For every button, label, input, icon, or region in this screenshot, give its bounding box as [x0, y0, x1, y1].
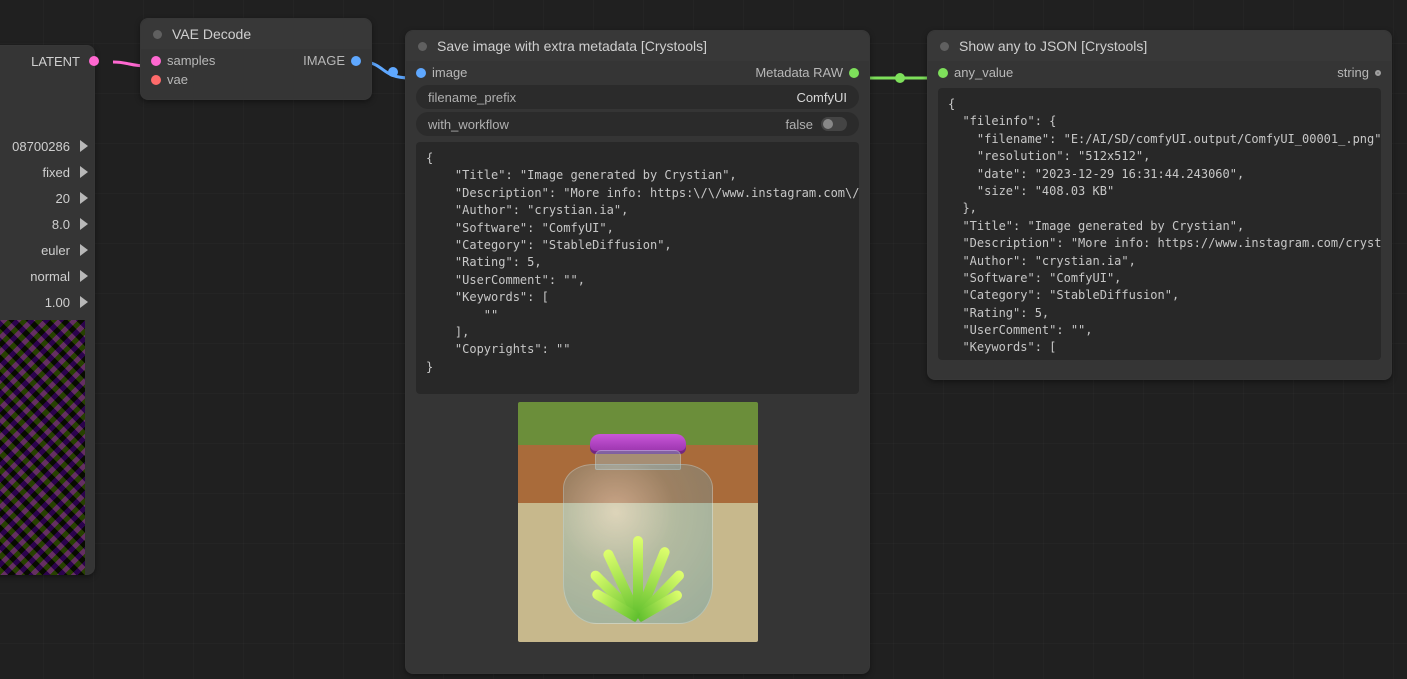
json-output-display[interactable]: { "fileinfo": { "filename": "E:/AI/SD/co… — [938, 88, 1381, 360]
node-title-text: VAE Decode — [172, 26, 251, 42]
any-value-input-slot[interactable]: any_value — [938, 65, 1013, 80]
vae-input-slot[interactable]: vae — [151, 72, 215, 87]
vae-decode-node[interactable]: VAE Decode samples vae IMAGE — [140, 18, 372, 100]
node-title-bar[interactable]: VAE Decode — [141, 19, 371, 49]
status-dot-icon — [418, 42, 427, 51]
node-title-bar[interactable]: Show any to JSON [Crystools] — [928, 31, 1391, 61]
cfg-widget[interactable]: 8.0 — [0, 211, 94, 237]
samples-input-slot[interactable]: samples — [151, 53, 215, 68]
metadata-json-textarea[interactable]: { "Title": "Image generated by Crystian"… — [416, 142, 859, 394]
scheduler-widget[interactable]: normal — [0, 263, 94, 289]
filename-prefix-widget[interactable]: filename_prefix ComfyUI — [416, 85, 859, 109]
save-image-metadata-node[interactable]: Save image with extra metadata [Crystool… — [405, 30, 870, 674]
seed-widget[interactable]: 08700286 — [0, 133, 94, 159]
status-dot-icon — [940, 42, 949, 51]
image-input-slot[interactable]: image — [416, 65, 467, 80]
output-image-preview — [518, 402, 758, 642]
steps-widget[interactable]: 20 — [0, 185, 94, 211]
show-any-to-json-node[interactable]: Show any to JSON [Crystools] any_value s… — [927, 30, 1392, 380]
denoise-widget[interactable]: 1.00 — [0, 289, 94, 315]
node-title-text: Show any to JSON [Crystools] — [959, 38, 1147, 54]
output-latent-label: LATENT — [31, 54, 80, 69]
seed-mode-widget[interactable]: fixed — [0, 159, 94, 185]
latent-port[interactable] — [89, 56, 99, 66]
string-output-slot[interactable]: string — [1337, 65, 1381, 80]
preview-thumbnail — [0, 320, 85, 575]
image-output-slot[interactable]: IMAGE — [303, 53, 361, 68]
node-title-text: Save image with extra metadata [Crystool… — [437, 38, 707, 54]
metadata-raw-output-slot[interactable]: Metadata RAW — [755, 65, 859, 80]
toggle-icon[interactable] — [821, 117, 847, 131]
node-title-bar[interactable]: Save image with extra metadata [Crystool… — [406, 31, 869, 61]
with-workflow-widget[interactable]: with_workflow false — [416, 112, 859, 136]
sampler-widget[interactable]: euler — [0, 237, 94, 263]
status-dot-icon — [153, 30, 162, 39]
